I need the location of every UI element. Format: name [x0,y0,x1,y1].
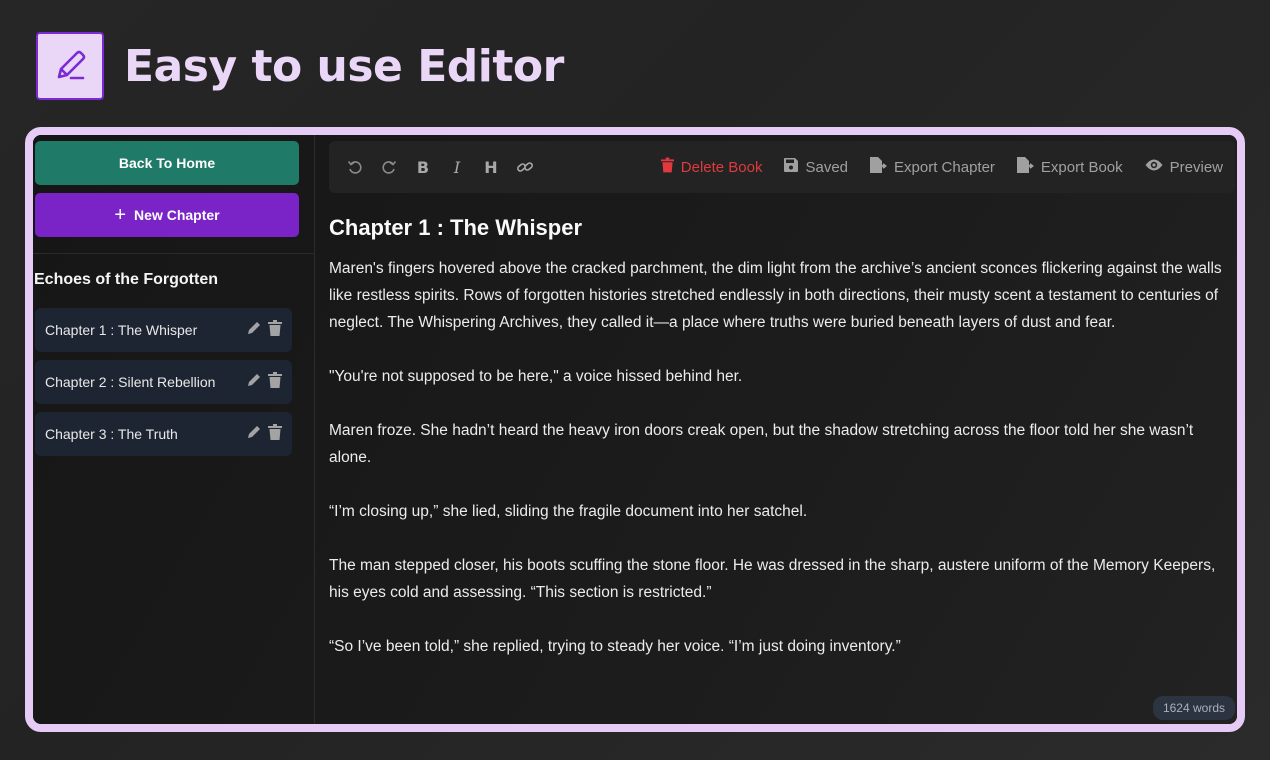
paragraph: Maren froze. She hadn’t heard the heavy … [329,422,1194,466]
back-to-home-label: Back To Home [118,155,216,171]
redo-icon[interactable] [375,153,403,181]
delete-book-button[interactable]: Delete Book [660,157,763,177]
chapter-item[interactable]: Chapter 1 : The Whisper [35,308,292,352]
chapter-item[interactable]: Chapter 3 : The Truth [35,412,292,456]
back-to-home-button[interactable]: Back To Home [35,141,299,185]
trash-icon[interactable] [268,423,282,445]
eye-icon [1145,158,1163,176]
new-chapter-label: New Chapter [134,207,220,223]
word-count-badge: 1624 words [1152,696,1235,720]
trash-icon [660,157,674,177]
paragraph: Maren's fingers hovered above the cracke… [329,260,1222,331]
editor-pen-icon [36,32,104,100]
chapter-list: Chapter 1 : The Whisper Chapter 2 : Sile… [35,308,292,464]
edit-pencil-icon[interactable] [246,424,262,445]
chapter-item-label: Chapter 1 : The Whisper [45,322,198,338]
book-title: Echoes of the Forgotten [34,271,218,288]
italic-button[interactable]: I [443,153,471,181]
export-book-button[interactable]: Export Book [1016,157,1123,177]
editor-window: Back To Home + New Chapter Echoes of the… [25,127,1245,732]
preview-button[interactable]: Preview [1145,158,1223,176]
paragraph: The man stepped closer, his boots scuffi… [329,557,1216,601]
hero-header: Easy to use Editor [36,32,564,100]
file-export-icon [1016,157,1034,177]
chapter-item[interactable]: Chapter 2 : Silent Rebellion [35,360,292,404]
edit-pencil-icon[interactable] [246,372,262,393]
file-export-icon [870,157,887,177]
export-chapter-button[interactable]: Export Chapter [870,157,995,177]
saved-label: Saved [805,158,849,176]
export-chapter-label: Export Chapter [894,158,995,176]
paragraph: “So I’ve been told,” she replied, trying… [329,638,901,655]
save-floppy-icon [784,158,799,176]
editor-main: B I H Delete Book Saved Export Chapter E… [315,135,1237,724]
chapter-title[interactable]: Chapter 1 : The Whisper [329,215,582,241]
new-chapter-button[interactable]: + New Chapter [35,193,299,237]
delete-book-label: Delete Book [680,158,763,176]
link-icon[interactable] [511,153,539,181]
sidebar: Back To Home + New Chapter Echoes of the… [33,135,315,724]
chapter-item-label: Chapter 2 : Silent Rebellion [45,374,216,390]
editor-content[interactable]: Maren's fingers hovered above the cracke… [329,255,1237,687]
bold-button[interactable]: B [409,153,437,181]
trash-icon[interactable] [268,319,282,341]
export-book-label: Export Book [1040,158,1123,176]
undo-icon[interactable] [341,153,369,181]
sidebar-divider [33,253,315,254]
preview-label: Preview [1169,158,1223,176]
trash-icon[interactable] [268,371,282,393]
heading-button[interactable]: H [477,153,505,181]
paragraph: “I’m closing up,” she lied, sliding the … [329,503,808,520]
editor-toolbar: B I H Delete Book Saved Export Chapter E… [329,141,1235,193]
hero-title: Easy to use Editor [124,40,564,92]
chapter-item-label: Chapter 3 : The Truth [45,426,178,442]
edit-pencil-icon[interactable] [246,320,262,341]
saved-status[interactable]: Saved [784,158,848,176]
paragraph: "You're not supposed to be here," a voic… [329,368,743,385]
plus-icon: + [114,204,127,226]
